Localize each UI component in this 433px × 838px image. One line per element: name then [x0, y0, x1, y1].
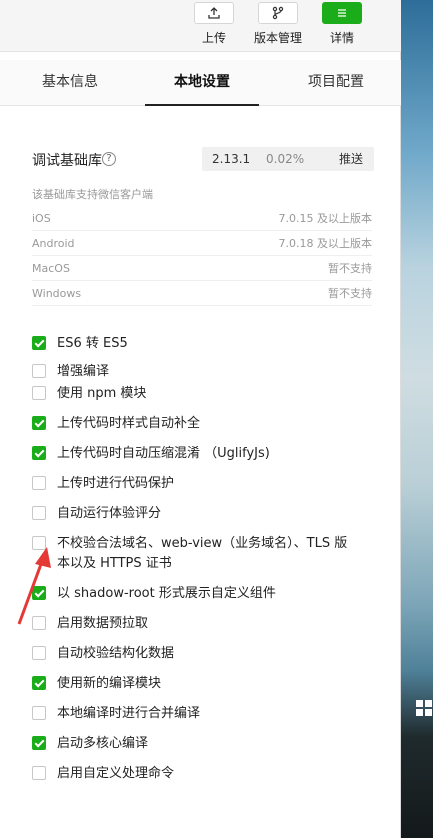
checkbox[interactable] [32, 386, 46, 400]
toolbar: 上传 版本管理 详情 [0, 0, 401, 52]
support-row: Windows 暂不支持 [32, 281, 372, 306]
tab-basic-info[interactable]: 基本信息 [22, 60, 118, 106]
support-note: 该基础库支持微信客户端 [32, 188, 153, 201]
version-management-label: 版本管理 [253, 31, 302, 45]
windows-logo-icon[interactable] [416, 700, 433, 716]
red-arrow-annotation [17, 547, 51, 625]
base-library-title: 调试基础库 [32, 153, 102, 169]
checkbox[interactable] [32, 446, 46, 460]
tab-project-config[interactable]: 项目配置 [286, 60, 386, 106]
checkbox[interactable] [32, 506, 46, 520]
checkbox[interactable] [32, 336, 46, 350]
version-value: 2.13.1 [212, 152, 251, 166]
checkbox[interactable] [32, 364, 46, 378]
version-management-button[interactable]: 版本管理 [248, 2, 308, 46]
tab-bar: 基本信息 本地设置 项目配置 [0, 60, 401, 106]
checkbox[interactable] [32, 766, 46, 780]
upload-label: 上传 [201, 31, 226, 45]
usage-percent: 0.02% [266, 152, 305, 166]
branch-icon [272, 6, 284, 20]
base-library-row: 调试基础库 ? 2.13.1 0.02% 推送 [32, 147, 374, 171]
upload-button[interactable]: 上传 [184, 2, 244, 46]
checkbox[interactable] [32, 416, 46, 430]
checkbox[interactable] [32, 676, 46, 690]
checkbox[interactable] [32, 646, 46, 660]
client-support-list: 该基础库支持微信客户端 iOS 7.0.15 及以上版本 Android 7.0.1… [32, 186, 372, 306]
checkbox[interactable] [32, 476, 46, 490]
push-button[interactable]: 推送 [328, 147, 374, 171]
checkbox[interactable] [32, 706, 46, 720]
support-row: iOS 7.0.15 及以上版本 [32, 206, 372, 231]
upload-icon [208, 7, 220, 19]
tab-local-settings[interactable]: 本地设置 [145, 60, 259, 106]
help-icon[interactable]: ? [102, 152, 116, 166]
checkbox[interactable] [32, 736, 46, 750]
menu-icon [338, 9, 346, 17]
details-label: 详情 [329, 31, 354, 45]
support-row: Android 7.0.18 及以上版本 [32, 231, 372, 256]
support-row: MacOS 暂不支持 [32, 256, 372, 281]
details-button[interactable]: 详情 [312, 2, 372, 46]
settings-panel: 上传 版本管理 详情 基本信息 本地设置 项目配置 调试基础库 ? 2.13.1… [0, 0, 401, 838]
